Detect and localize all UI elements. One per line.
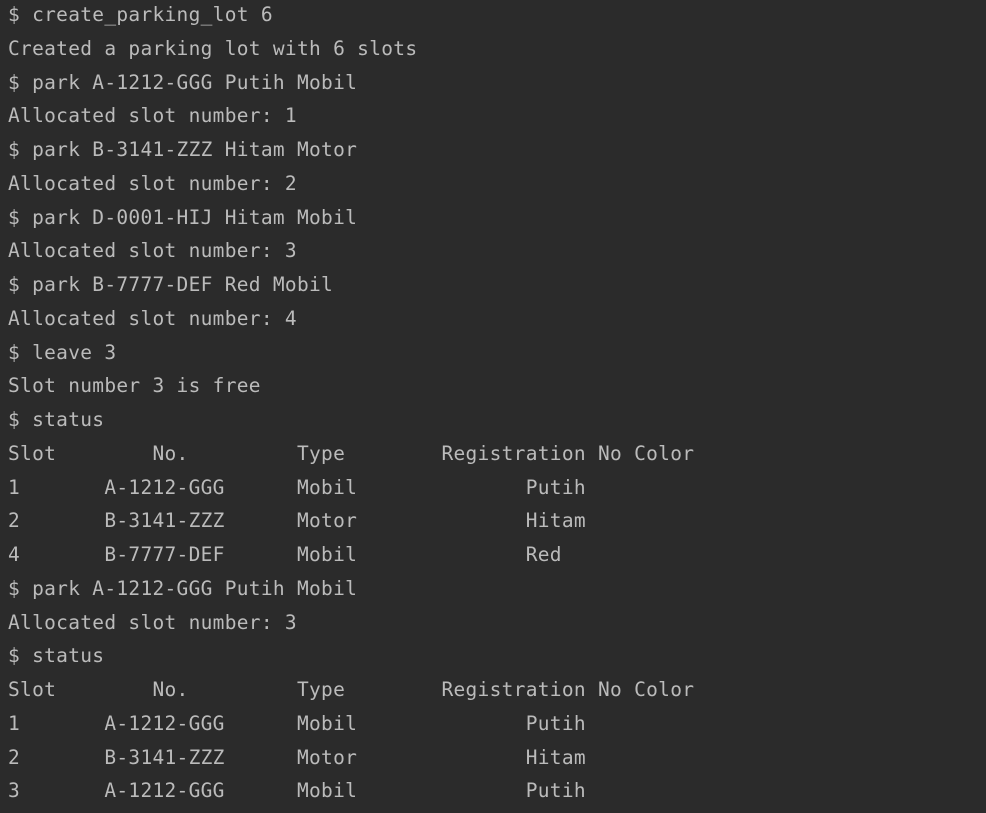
terminal-output: $ create_parking_lot 6 Created a parking… [0,0,986,811]
status-table-header: Slot No. Type Registration No Color [8,678,695,701]
output-line: Created a parking lot with 6 slots [8,36,418,60]
status-table-header: Slot No. Type Registration No Color [8,441,695,465]
output-line: Slot number 3 is free [8,374,261,398]
command-line: $ leave 3 [8,340,117,364]
command-line: $ park D-0001-HIJ Hitam Mobil [8,205,358,229]
output-line: Allocated slot number: 3 [8,610,297,634]
command-line: $ park A-1212-GGG Putih Mobil [8,70,358,94]
status-table-row: 2 B-3141-ZZZ Motor Hitam [8,509,586,533]
command-line: $ status [8,644,105,668]
status-table-row: 3 A-1212-GGG Mobil Putih [8,779,586,803]
status-table-row: 1 A-1212-GGG Mobil Putih [8,475,586,499]
command-line: $ park B-7777-DEF Red Mobil [8,273,334,296]
status-table-row: 4 B-7777-DEF Mobil Red [8,543,562,566]
status-table-row: 1 A-1212-GGG Mobil Putih [8,711,586,735]
output-line: Allocated slot number: 3 [8,239,297,263]
output-line: Allocated slot number: 4 [8,306,297,330]
command-line: $ status [8,408,105,431]
command-line: $ park A-1212-GGG Putih Mobil [8,576,358,600]
command-line: $ park B-3141-ZZZ Hitam Motor [8,138,358,161]
command-line: $ create_parking_lot 6 [8,3,273,26]
status-table-row: 2 B-3141-ZZZ Motor Hitam [8,745,586,769]
output-line: Allocated slot number: 2 [8,171,297,195]
output-line: Allocated slot number: 1 [8,104,297,128]
